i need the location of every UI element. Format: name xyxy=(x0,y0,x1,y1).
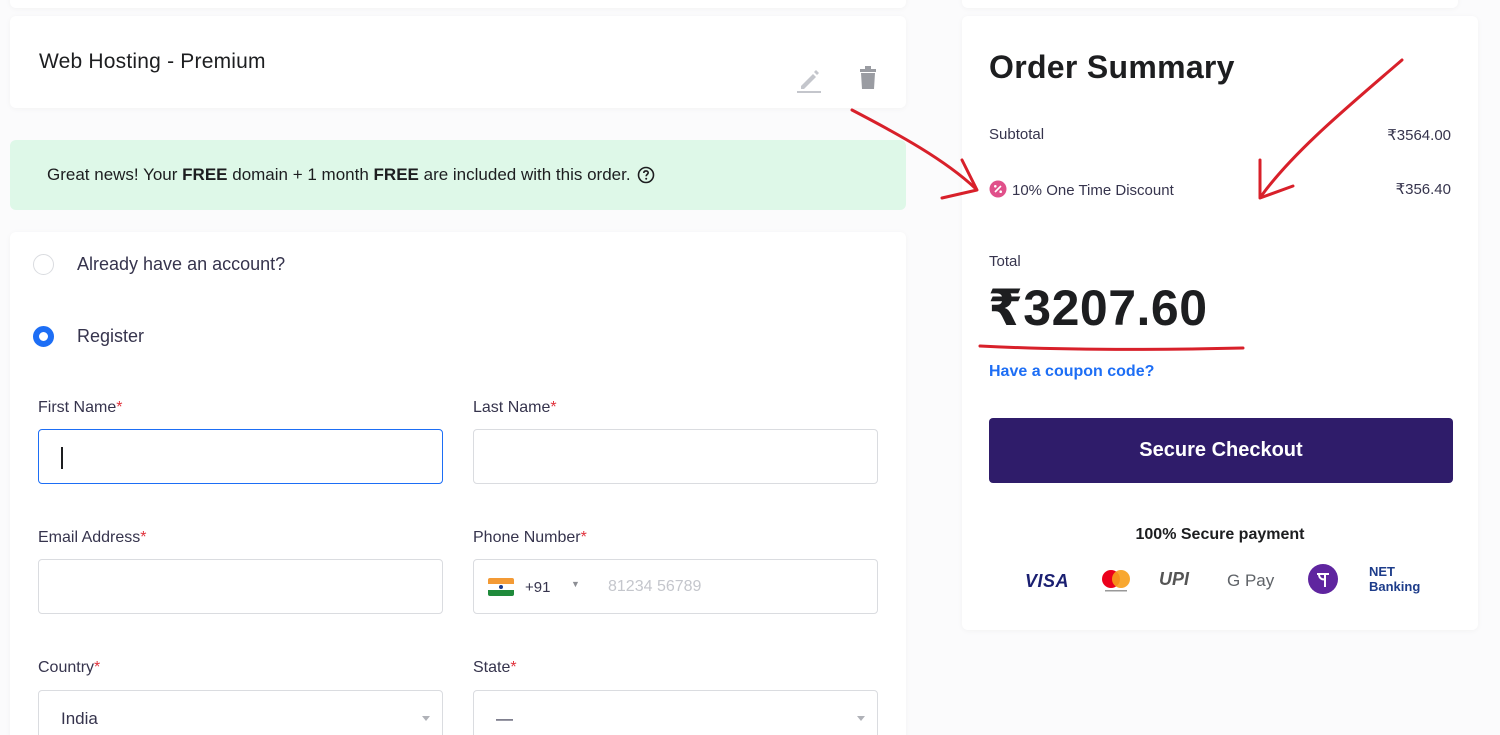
discount-value: ₹356.40 xyxy=(1395,181,1451,198)
required-mark: * xyxy=(550,399,557,416)
login-label: Already have an account? xyxy=(77,254,286,274)
chevron-down-icon xyxy=(857,716,865,721)
text-cursor xyxy=(61,447,63,469)
country-select[interactable]: India xyxy=(38,690,443,735)
banner-text-part: Great news! Your xyxy=(47,165,178,184)
delete-button[interactable] xyxy=(853,63,883,93)
required-mark: * xyxy=(140,529,147,546)
country-label: Country* xyxy=(38,659,100,677)
payment-methods: VISA UPI G Pay NET Banking xyxy=(1017,561,1437,601)
upi-logo: UPI xyxy=(1159,569,1190,589)
coupon-link[interactable]: Have a coupon code? xyxy=(989,363,1154,381)
secure-payment-text: 100% Secure payment xyxy=(1135,526,1305,543)
last-name-input[interactable] xyxy=(473,429,878,484)
first-name-label: First Name* xyxy=(38,399,122,417)
india-flag-icon[interactable] xyxy=(488,578,514,596)
total-value: ₹3207.60 xyxy=(988,280,1208,336)
phone-placeholder: 81234 56789 xyxy=(608,578,702,595)
country-value: India xyxy=(61,709,98,728)
net-banking-logo: NET Banking xyxy=(1369,564,1420,594)
mastercard-icon xyxy=(1102,570,1130,592)
state-value: — xyxy=(496,709,513,728)
order-summary-card: Order Summary Subtotal ₹3564.00 10% One … xyxy=(962,16,1478,630)
required-mark: * xyxy=(116,399,123,416)
label-text: State xyxy=(473,659,511,676)
previous-card-edge xyxy=(10,0,906,8)
subtotal-value: ₹3564.00 xyxy=(1387,127,1451,144)
visa-logo: VISA xyxy=(1025,571,1070,591)
account-form-card: Already have an account? Register First … xyxy=(10,232,906,735)
label-text: First Name xyxy=(38,399,117,416)
gpay-logo: G Pay xyxy=(1227,571,1275,590)
banner-bold: FREE xyxy=(182,165,228,184)
summary-title: Order Summary xyxy=(989,49,1235,85)
email-label: Email Address* xyxy=(38,529,147,547)
label-text: Phone Number xyxy=(473,529,581,546)
label-text: Email Address xyxy=(38,529,141,546)
question-circle-icon[interactable] xyxy=(637,166,655,184)
trash-icon xyxy=(860,66,876,89)
product-title: Web Hosting - Premium xyxy=(39,50,266,73)
last-name-label: Last Name* xyxy=(473,399,557,417)
register-radio[interactable] xyxy=(33,326,54,347)
phone-input[interactable]: +91 ▼ 81234 56789 xyxy=(473,559,878,614)
banner-text-part: domain + 1 month xyxy=(232,165,369,184)
label-text: Last Name xyxy=(473,399,551,416)
label-text: Country xyxy=(38,659,95,676)
net-banking-line2: Banking xyxy=(1369,579,1421,594)
secure-checkout-button[interactable]: Secure Checkout xyxy=(989,418,1453,483)
first-name-input[interactable] xyxy=(38,429,443,484)
register-option[interactable]: Register xyxy=(33,326,144,347)
discount-text: 10% One Time Discount xyxy=(1012,182,1174,199)
state-label: State* xyxy=(473,659,517,677)
pencil-icon xyxy=(797,70,821,93)
discount-label: 10% One Time Discount xyxy=(989,180,1174,199)
previous-summary-edge xyxy=(962,0,1458,8)
banner-text: Great news! Your FREE domain + 1 month F… xyxy=(47,165,655,185)
state-select[interactable]: — xyxy=(473,690,878,735)
email-input[interactable] xyxy=(38,559,443,614)
register-label: Register xyxy=(77,326,145,346)
required-mark: * xyxy=(94,659,101,676)
chevron-down-icon[interactable]: ▼ xyxy=(571,579,580,589)
banner-bold: FREE xyxy=(373,165,419,184)
subtotal-label: Subtotal xyxy=(989,126,1045,143)
country-code[interactable]: +91 xyxy=(525,579,550,596)
login-radio[interactable] xyxy=(33,254,54,275)
product-card: Web Hosting - Premium xyxy=(10,16,906,108)
required-mark: * xyxy=(510,659,517,676)
net-banking-line1: NET xyxy=(1369,564,1395,579)
edit-button[interactable] xyxy=(795,64,825,94)
free-domain-banner: Great news! Your FREE domain + 1 month F… xyxy=(10,140,906,210)
required-mark: * xyxy=(580,529,587,546)
phone-label: Phone Number* xyxy=(473,529,587,547)
discount-badge-icon xyxy=(989,180,1007,198)
banner-text-part: are included with this order. xyxy=(423,165,631,184)
total-label: Total xyxy=(989,253,1021,270)
login-option[interactable]: Already have an account? xyxy=(33,254,285,275)
phonepe-icon xyxy=(1308,564,1338,594)
chevron-down-icon xyxy=(422,716,430,721)
